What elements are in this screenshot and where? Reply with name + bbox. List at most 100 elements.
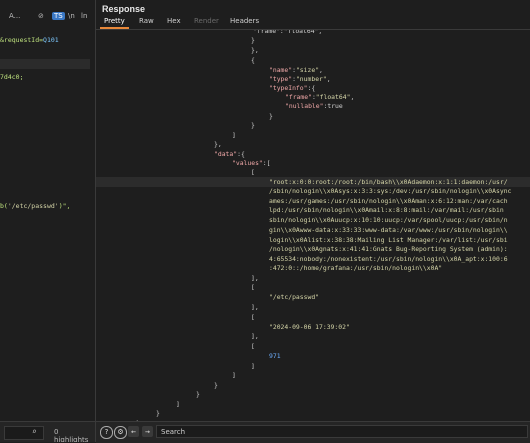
json-token: ] (232, 371, 236, 379)
json-token: "size" (295, 66, 320, 74)
response-title: Response (102, 4, 146, 14)
response-line: } (96, 35, 530, 45)
json-token: [ (251, 342, 255, 350)
response-line: } (96, 120, 530, 130)
response-line: [ (96, 312, 530, 322)
response-line: [ (96, 341, 530, 351)
json-token: lpd:/usr/sbin/nologin\\x0Amail:x:8:8:mai… (269, 206, 504, 214)
ts-badge[interactable]: TS (52, 12, 65, 20)
json-token: ] (251, 362, 255, 370)
settings-icon[interactable]: ⚙ (114, 426, 127, 439)
previous-button[interactable]: ← (128, 426, 139, 437)
response-line: :472:0::/home/grafana:/usr/sbin/nologin\… (96, 263, 530, 273)
response-footer: ? ⚙ ← → (96, 421, 530, 443)
json-token: /sbin/nologin\\x0Asys:x:3:3:sys:/dev:/us… (269, 187, 512, 195)
response-body[interactable]: "frame":"float64",}},{"name":"size", "typ… (96, 30, 530, 422)
json-token: [ (251, 168, 255, 176)
json-token: , (326, 75, 331, 83)
response-line: /sbin/nologin\\x0Asys:x:3:3:sys:/dev:/us… (96, 186, 530, 196)
json-token: true (327, 102, 343, 110)
json-token: ], (251, 303, 259, 311)
response-line: "/etc/passwd" (96, 292, 530, 302)
response-line: }, (96, 139, 530, 149)
newline-toggle[interactable]: \n (68, 12, 75, 20)
json-token: , (350, 93, 355, 101)
response-line: ], (96, 331, 530, 341)
response-line: { (96, 55, 530, 65)
json-token: ] (232, 131, 236, 139)
json-token: , (319, 66, 323, 74)
response-line: ] (96, 370, 530, 380)
json-token: gin\\x0Awww-data:x:33:33:www-data:/var/w… (269, 226, 508, 234)
json-token: :472:0::/home/grafana:/usr/sbin/nologin\… (269, 264, 443, 272)
json-token: 4:65534:nobody:/nonexistent:/usr/sbin/no… (269, 255, 508, 263)
json-token: ], (251, 274, 259, 282)
request-code-line: &requestId=Q101 (0, 36, 59, 44)
json-token: { (251, 56, 255, 64)
response-line: sbin/nologin\\x0Auucp:x:10:10:uucp:/var/… (96, 215, 530, 225)
json-token: [ (251, 283, 255, 291)
response-line: [ (96, 282, 530, 292)
json-token: "data" (214, 150, 238, 158)
tab-raw[interactable]: Raw (139, 17, 154, 25)
json-token: /nologin\\x0Agnats:x:41:41:Gnats Bug-Rep… (269, 245, 508, 253)
json-token: } (269, 112, 273, 120)
tab-headers[interactable]: Headers (230, 17, 259, 25)
json-token: login\\x0Alist:x:38:38:Mailing List Mana… (269, 236, 508, 244)
json-token: } (196, 390, 200, 398)
request-code-line: b('/etc/passwd')", (0, 202, 71, 210)
toolbar-action-a[interactable]: A... (9, 12, 20, 20)
tab-pretty[interactable]: Pretty (100, 17, 129, 29)
search-icon[interactable]: ⌕ (32, 427, 37, 436)
response-line: } (96, 389, 530, 399)
json-token: "nullable" (285, 102, 324, 110)
json-token: ], (251, 332, 259, 340)
line-numbers-toggle[interactable]: ln (81, 12, 87, 20)
json-token: "float64" (315, 93, 351, 101)
hide-icon[interactable]: ⊘ (38, 12, 44, 20)
request-panel: A... ⊘ TS \n ln &requestId=Q101 7d4c0; b('… (0, 0, 96, 442)
response-tabs: Pretty Raw Hex Render Headers (96, 15, 530, 30)
json-token: "/etc/passwd" (269, 293, 320, 301)
response-panel: Response Pretty Raw Hex Render Headers "… (96, 0, 530, 443)
response-line: lpd:/usr/sbin/nologin\\x0Amail:x:8:8:mai… (96, 205, 530, 215)
json-token: "values" (232, 159, 263, 167)
request-code-line: 7d4c0; (0, 73, 24, 81)
response-line: ], (96, 302, 530, 312)
help-icon[interactable]: ? (100, 426, 113, 439)
response-line: [ (96, 167, 530, 177)
json-token: ames:/usr/games:/usr/sbin/nologin\\x0Ama… (269, 197, 508, 205)
json-token: ] (176, 400, 180, 408)
json-token: :{ (307, 84, 316, 92)
response-line: "nullable":true (96, 101, 530, 111)
json-token: "number" (295, 75, 327, 83)
json-token: 971 (269, 352, 281, 360)
tab-hex[interactable]: Hex (167, 17, 181, 25)
json-token: :{ (237, 150, 245, 158)
response-search-input[interactable] (156, 425, 528, 438)
json-token: "2024-09-06 17:39:02" (269, 323, 350, 331)
json-token: :[ (262, 159, 271, 167)
json-token: } (251, 121, 255, 129)
json-token: } (156, 409, 160, 417)
json-token: "frame" (285, 93, 312, 101)
json-token: } (251, 36, 255, 44)
tab-render: Render (194, 17, 219, 25)
json-token: "root:x:0:0:root:/root:/bin/bash\\x0Adae… (269, 178, 508, 186)
current-line-highlight (0, 59, 90, 69)
response-line: }, (96, 45, 530, 55)
request-footer: ⌕ 0 highlights (0, 421, 95, 442)
request-toolbar: A... ⊘ TS \n ln (0, 12, 95, 28)
json-token: "typeInfo" (269, 84, 308, 92)
json-token: "type" (269, 75, 293, 83)
json-token: } (214, 381, 218, 389)
response-line: gin\\x0Awww-data:x:33:33:www-data:/var/w… (96, 225, 530, 235)
json-token: sbin/nologin\\x0Auucp:x:10:10:uucp:/var/… (269, 216, 508, 224)
response-line: /nologin\\x0Agnats:x:41:41:Gnats Bug-Rep… (96, 244, 530, 254)
next-button[interactable]: → (142, 426, 153, 437)
request-search-input[interactable] (4, 426, 44, 440)
response-line: 971 (96, 351, 530, 361)
json-token: "name" (269, 66, 293, 74)
highlights-count: 0 highlights (54, 428, 89, 442)
json-token: }, (214, 140, 222, 148)
